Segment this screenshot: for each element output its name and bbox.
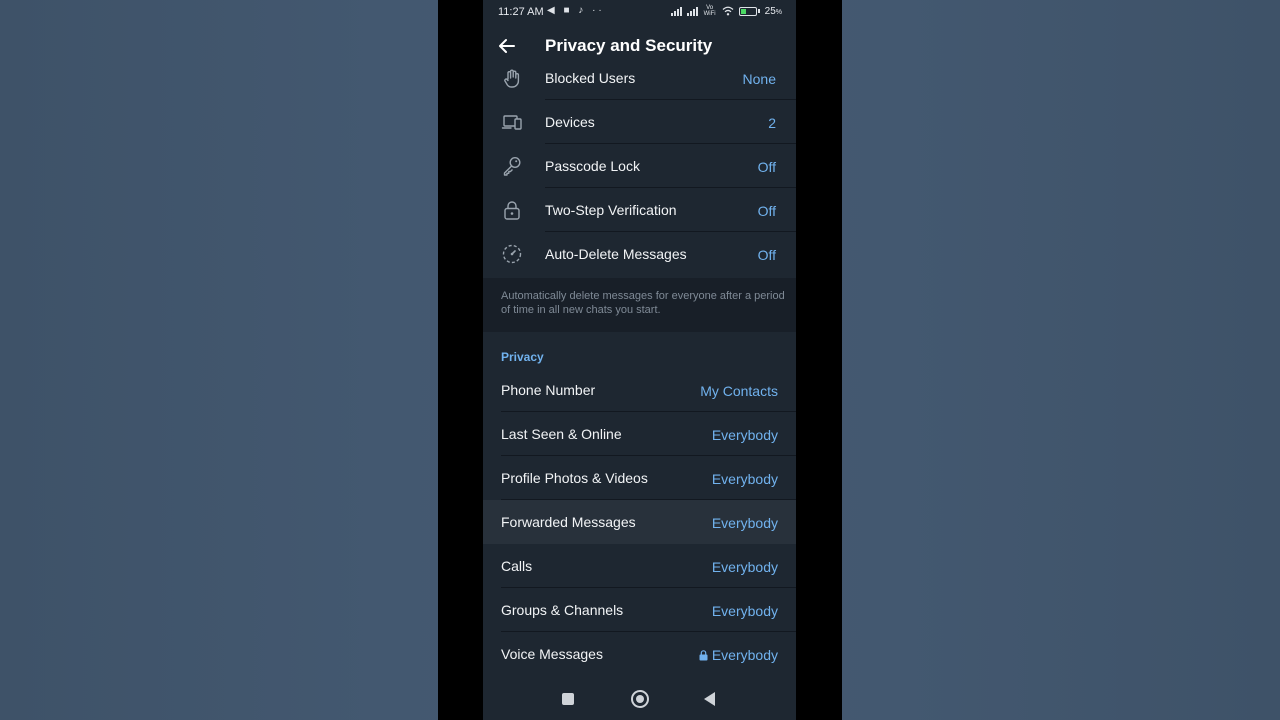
row-value: My Contacts <box>700 383 778 399</box>
signal-icon <box>670 6 682 16</box>
key-icon <box>503 156 521 176</box>
row-label: Two-Step Verification <box>545 202 677 218</box>
status-bar: 11:27 AM ◀ ■ ♪ ·· Vo WiFi 25% <box>483 0 796 24</box>
status-time: 11:27 AM <box>498 6 544 18</box>
row-value: Off <box>757 247 776 263</box>
back-arrow-icon[interactable] <box>495 34 519 58</box>
row-value: None <box>742 71 776 87</box>
row-label: Blocked Users <box>545 70 636 86</box>
row-value-wrap: Everybody <box>699 647 778 663</box>
devices-row[interactable]: Devices 2 <box>483 100 796 144</box>
volte-label: Vo WiFi <box>703 5 716 17</box>
battery-percent: 25% <box>764 5 782 17</box>
row-value: Off <box>757 203 776 219</box>
auto-delete-messages-row[interactable]: Auto-Delete Messages Off <box>483 232 796 276</box>
battery-cap <box>757 9 760 13</box>
row-value: Everybody <box>711 603 778 619</box>
row-label: Forwarded Messages <box>501 514 636 530</box>
lock-icon <box>504 201 520 220</box>
phone-number-row[interactable]: Phone Number My Contacts <box>483 368 796 412</box>
row-label: Calls <box>501 558 533 574</box>
row-value: Everybody <box>711 559 778 575</box>
page-title: Privacy and Security <box>545 36 713 55</box>
passcode-lock-row[interactable]: Passcode Lock Off <box>483 144 796 188</box>
forwarded-messages-row[interactable]: Forwarded Messages Everybody <box>483 500 796 544</box>
home-button[interactable] <box>631 690 649 708</box>
devices-icon <box>501 115 522 130</box>
row-label: Passcode Lock <box>545 158 640 174</box>
row-label: Phone Number <box>501 382 596 398</box>
profile-photos-row[interactable]: Profile Photos & Videos Everybody <box>483 456 796 500</box>
app-screen: 11:27 AM ◀ ■ ♪ ·· Vo WiFi 25% Privacy an… <box>483 0 796 720</box>
row-label: Voice Messages <box>501 646 603 662</box>
premium-lock-icon <box>699 650 708 661</box>
last-seen-row[interactable]: Last Seen & Online Everybody <box>483 412 796 456</box>
blocked-users-row[interactable]: Blocked Users None <box>483 56 796 100</box>
system-nav-bar <box>483 676 796 720</box>
battery-icon <box>738 6 757 16</box>
two-step-verification-row[interactable]: Two-Step Verification Off <box>483 188 796 232</box>
row-value: Everybody <box>711 515 778 531</box>
auto-delete-hint-box: Automatically delete messages for everyo… <box>483 278 796 332</box>
row-value: Off <box>757 159 776 175</box>
row-value: 2 <box>768 115 776 131</box>
groups-channels-row[interactable]: Groups & Channels Everybody <box>483 588 796 632</box>
wifi-icon <box>722 6 734 16</box>
calls-row[interactable]: Calls Everybody <box>483 544 796 588</box>
voice-messages-row[interactable]: Voice Messages Everybody <box>483 632 796 676</box>
row-value: Everybody <box>711 427 778 443</box>
back-button[interactable] <box>704 692 715 706</box>
row-label: Profile Photos & Videos <box>501 470 648 486</box>
row-label: Devices <box>545 114 595 130</box>
row-value: Everybody <box>711 647 778 663</box>
notification-icons: ◀ ■ ♪ ·· <box>547 5 605 16</box>
status-icons: Vo WiFi 25% <box>670 5 782 17</box>
timer-icon <box>502 244 522 264</box>
row-label: Last Seen & Online <box>501 426 622 442</box>
security-section: Blocked Users None Devices 2 Passcode Lo… <box>483 68 796 278</box>
hand-icon <box>504 69 520 88</box>
row-label: Auto-Delete Messages <box>545 246 687 262</box>
signal-icon-2 <box>686 6 698 16</box>
row-label: Groups & Channels <box>501 602 624 618</box>
recents-button[interactable] <box>562 693 574 705</box>
row-value: Everybody <box>711 471 778 487</box>
privacy-section-title: Privacy <box>501 350 544 364</box>
auto-delete-hint: Automatically delete messages for everyo… <box>501 290 785 316</box>
